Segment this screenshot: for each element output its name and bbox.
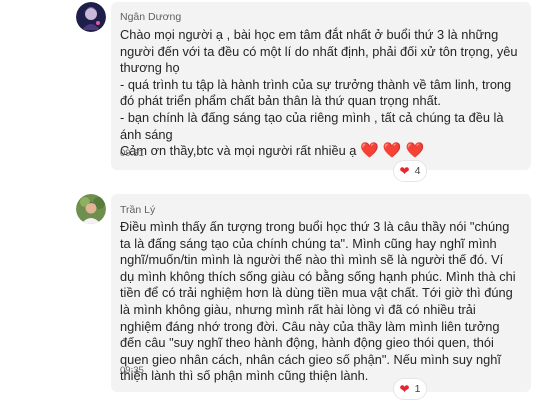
heart-emoji-icon: ❤️ ❤️ ❤️: [359, 142, 425, 160]
reaction-button[interactable]: ❤ 1: [393, 378, 427, 400]
message-line: người đến với ta đều có một lí do nhất đ…: [120, 43, 518, 59]
author-name[interactable]: Ngân Dương: [120, 11, 181, 23]
message-line: tiền để có trải nghiệm hơn là dùng tiền …: [120, 285, 513, 301]
message-line: thương họ: [120, 60, 180, 76]
message-line: dụ mình không thích sống giàu có bằng số…: [120, 268, 516, 284]
message-line: đến câu "suy nghĩ theo hành động, hành đ…: [120, 335, 494, 351]
message-line: - bạn chính là đấng sáng tạo của riêng m…: [120, 109, 504, 125]
reaction-count: 1: [414, 383, 421, 395]
message-line: Điều mình thấy ấn tượng trong buổi học t…: [120, 219, 510, 234]
avatar-image: [76, 194, 106, 224]
message-line: thiện lành thì số phận mình cũng thiện l…: [120, 368, 369, 384]
message-feed: Ngân Dương Chào mọi người ạ , bài học em…: [0, 0, 533, 400]
message-text: Điều mình thấy ấn tượng trong buổi học t…: [120, 219, 516, 385]
heart-icon: ❤: [399, 164, 410, 178]
message-timestamp: 09:35: [120, 365, 144, 376]
message-bubble[interactable]: Trần Lý Điều mình thấy ấn tượng trong bu…: [111, 194, 531, 392]
message-line-last: Cảm ơn thầy,btc và mọi người rất nhiều ạ…: [120, 142, 517, 160]
reaction-button[interactable]: ❤ 4: [393, 160, 427, 182]
message-line: là mình không giàu, nhưng mình rất hài l…: [120, 301, 476, 317]
message-bubble[interactable]: Ngân Dương Chào mọi người ạ , bài học em…: [111, 2, 531, 170]
reaction-count: 4: [414, 165, 421, 177]
message-line: quen gieo nhân cách, nhân cách gieo số p…: [120, 351, 501, 367]
avatar-image: [76, 2, 106, 32]
message-line: - quá trình tu tập là hành trình của sự …: [120, 76, 512, 92]
message-text: Chào mọi người ạ , bài học em tâm đắt nh…: [120, 27, 517, 160]
avatar[interactable]: [76, 194, 106, 224]
message-line: ta là đấng sáng tạo của chính chúng ta".…: [120, 235, 497, 251]
message-timestamp: 09:31: [120, 148, 144, 159]
message-line-text: Cảm ơn thầy,btc và mọi người rất nhiều ạ: [120, 143, 357, 159]
author-name[interactable]: Trần Lý: [120, 204, 155, 216]
message-line: đó phát triển phẩm chất bản thân là thứ …: [120, 93, 441, 109]
message-line: Chào mọi người ạ , bài học em tâm đắt nh…: [120, 27, 499, 42]
message-line: nghiệm đáng nhớ trong đời. Câu này của t…: [120, 318, 500, 334]
message-line: nghĩ/muốn/tin mình là người thế nào thì …: [120, 252, 504, 268]
message-line: ánh sáng: [120, 126, 173, 142]
avatar[interactable]: [76, 2, 106, 32]
heart-icon: ❤: [399, 382, 410, 396]
